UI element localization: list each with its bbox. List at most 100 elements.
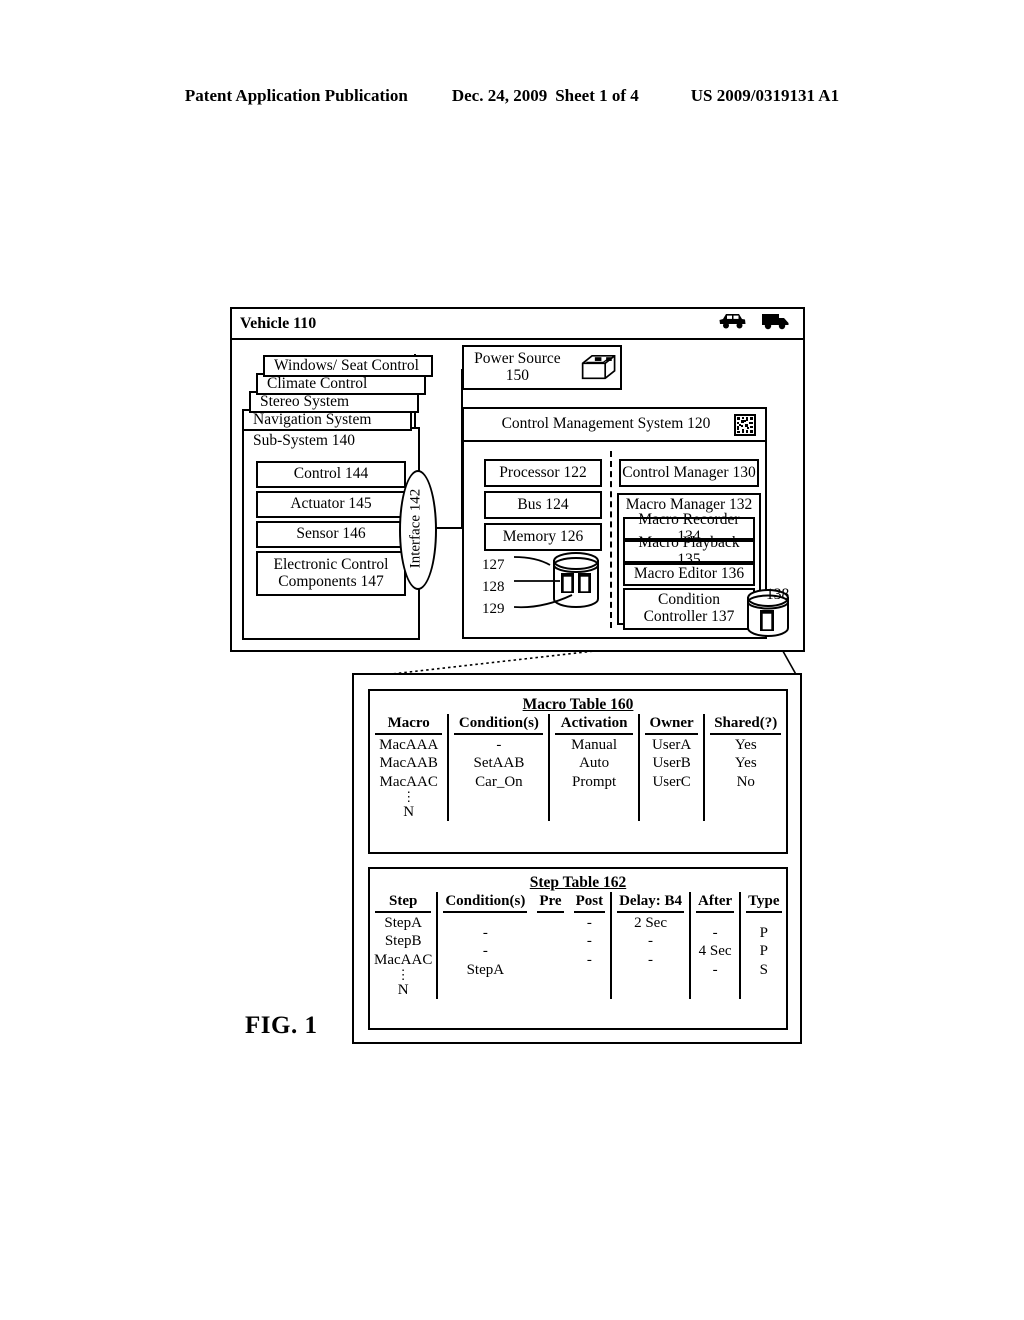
macro-playback-135-box[interactable]: Macro Playback 135 bbox=[623, 534, 755, 567]
table-row[interactable]: StepA - - 2 Sec - P bbox=[370, 914, 787, 941]
cell-type: S bbox=[759, 961, 769, 978]
subsystem-label: Stereo System bbox=[260, 392, 350, 410]
matrix-code-icon bbox=[734, 413, 756, 436]
cell-owner: UserB bbox=[637, 754, 705, 773]
publication-header: Patent Application Publication Dec. 24, … bbox=[0, 86, 1024, 106]
step-table-header-row: Step Condition(s) Pre Post Delay: B4 Aft… bbox=[370, 892, 787, 914]
table-row-ellipsis: ⋮ bbox=[370, 968, 787, 981]
cell-after: 4 Sec bbox=[698, 943, 732, 960]
processor-122-label: Processor 122 bbox=[499, 463, 587, 481]
control-144-label: Control 144 bbox=[293, 465, 369, 483]
cms-title: Control Management System 120 bbox=[501, 415, 711, 433]
macro-manager-132-panel: Macro Manager 132 Macro Recorder 134 Mac… bbox=[617, 493, 761, 630]
cell-type: P bbox=[759, 943, 769, 960]
control-management-system-120: Control Management System 120 Processor … bbox=[462, 407, 767, 639]
database-138-label: 138 bbox=[766, 586, 790, 603]
truck-icon bbox=[762, 314, 789, 330]
actuator-145-box[interactable]: Actuator 145 bbox=[256, 491, 406, 518]
connector-interface-to-cms bbox=[433, 527, 463, 529]
cell-delay-b4: 2 Sec bbox=[610, 914, 690, 933]
macro-col-conditions: Condition(s) bbox=[447, 714, 550, 736]
callout-lines bbox=[355, 627, 799, 679]
cell-shared: No bbox=[703, 772, 786, 791]
bus-124-label: Bus 124 bbox=[517, 495, 569, 513]
actuator-145-label: Actuator 145 bbox=[290, 495, 372, 513]
subsystem-label: Windows/ Seat Control bbox=[274, 356, 419, 374]
step-col-type: Type bbox=[739, 892, 787, 914]
vehicle-titlebar: Vehicle 110 bbox=[232, 309, 803, 340]
bus-124-box[interactable]: Bus 124 bbox=[484, 491, 602, 519]
macro-col-shared: Shared(?) bbox=[703, 714, 786, 736]
processor-122-box[interactable]: Processor 122 bbox=[484, 459, 602, 487]
interface-142-label-wrap: Interface 142 bbox=[399, 470, 433, 586]
memory-126-box[interactable]: Memory 126 bbox=[484, 523, 602, 551]
macro-editor-136-label: Macro Editor 136 bbox=[633, 565, 745, 583]
electronic-control-components-147-label: Electronic Control Components 147 bbox=[273, 555, 389, 590]
publication-title: Patent Application Publication bbox=[184, 86, 408, 105]
subsystem-label: Navigation System bbox=[253, 410, 372, 428]
control-144-box[interactable]: Control 144 bbox=[256, 461, 406, 488]
cell-macro: MacAAB bbox=[379, 755, 438, 772]
subsystem-windows-seat-control[interactable]: Windows/ Seat Control bbox=[263, 355, 433, 377]
cell-after: - bbox=[712, 961, 718, 978]
cell-post: - bbox=[586, 915, 592, 931]
power-source-150-label: Power Source 150 bbox=[474, 349, 561, 384]
callout-127: 127 bbox=[482, 557, 505, 573]
memory-126-label: Memory 126 bbox=[502, 527, 584, 545]
control-manager-130-box[interactable]: Control Manager 130 bbox=[619, 459, 759, 487]
cell-ellipsis: ⋮ bbox=[402, 788, 416, 804]
cell-delay-b4: - bbox=[610, 950, 690, 969]
step-col-pre: Pre bbox=[532, 892, 568, 914]
memory-callout-numbers: 127 128 129 bbox=[482, 555, 505, 620]
condition-controller-137-box[interactable]: Condition Controller 137 bbox=[623, 588, 755, 630]
interface-142-label: Interface 142 bbox=[407, 488, 424, 568]
cell-pre bbox=[532, 914, 568, 932]
patent-number: US 2009/0319131 A1 bbox=[690, 86, 840, 105]
table-row[interactable]: MacAAB SetAAB Auto UserB Yes bbox=[370, 754, 786, 773]
cell-shared: Yes bbox=[703, 736, 786, 755]
table-row[interactable]: StepB - - - 4 Sec P bbox=[370, 932, 787, 959]
subsystem-140-panel: Sub-System 140 Control 144 Actuator 145 … bbox=[242, 427, 420, 640]
cell-step: StepB bbox=[384, 933, 422, 950]
cell-conditions: - bbox=[447, 736, 550, 755]
condition-controller-137-label: Condition Controller 137 bbox=[643, 591, 735, 625]
sensor-146-label: Sensor 146 bbox=[296, 525, 366, 543]
cell-after: - bbox=[712, 925, 718, 941]
database-cylinder-icon bbox=[514, 552, 599, 609]
electronic-control-components-147-box[interactable]: Electronic Control Components 147 bbox=[256, 551, 406, 596]
cell-pre bbox=[532, 951, 568, 969]
control-manager-130-label: Control Manager 130 bbox=[622, 463, 756, 481]
callout-128: 128 bbox=[482, 578, 505, 595]
cell-post: - bbox=[586, 951, 592, 968]
step-col-conditions: Condition(s) bbox=[436, 892, 533, 914]
cell-shared: Yes bbox=[703, 754, 786, 773]
cell-conditions: Car_On bbox=[447, 772, 550, 791]
table-row-ellipsis: ⋮ bbox=[370, 788, 786, 804]
vehicle-title: Vehicle 110 bbox=[240, 314, 317, 332]
cms-titlebar: Control Management System 120 bbox=[464, 409, 765, 442]
step-table-grid: Step Condition(s) Pre Post Delay: B4 Aft… bbox=[370, 892, 787, 999]
step-table-title: Step Table 162 bbox=[529, 874, 627, 891]
cell-activation: Auto bbox=[548, 754, 639, 773]
macro-table-grid: Macro Condition(s) Activation Owner Shar… bbox=[370, 714, 786, 821]
cell-activation: Prompt bbox=[548, 772, 639, 791]
power-source-150-box[interactable]: Power Source 150 bbox=[462, 345, 622, 390]
cell-last-row: N bbox=[403, 803, 415, 820]
cell-delay-b4: - bbox=[610, 932, 690, 951]
sheet-number: Sheet 1 of 4 bbox=[555, 86, 639, 105]
step-col-step: Step bbox=[370, 892, 437, 914]
step-col-after: After bbox=[688, 892, 741, 914]
table-row[interactable]: MacAAA - Manual UserA Yes bbox=[370, 736, 786, 755]
cell-step: StepA bbox=[384, 915, 422, 931]
car-icon bbox=[719, 314, 746, 329]
cell-activation: Manual bbox=[548, 736, 639, 755]
cms-column-divider bbox=[610, 451, 612, 628]
cell-conditions: - bbox=[482, 943, 488, 960]
table-row[interactable]: MacAAC Car_On Prompt UserC No bbox=[370, 772, 786, 791]
publication-date: Dec. 24, 2009 bbox=[451, 86, 548, 105]
sensor-146-box[interactable]: Sensor 146 bbox=[256, 521, 406, 548]
macro-editor-136-box[interactable]: Macro Editor 136 bbox=[623, 563, 755, 586]
macro-col-macro: Macro bbox=[370, 714, 448, 736]
step-col-delay-b4: Delay: B4 bbox=[610, 892, 690, 914]
macro-table-160: Macro Table 160 Macro Condition(s) Activ… bbox=[368, 689, 788, 854]
